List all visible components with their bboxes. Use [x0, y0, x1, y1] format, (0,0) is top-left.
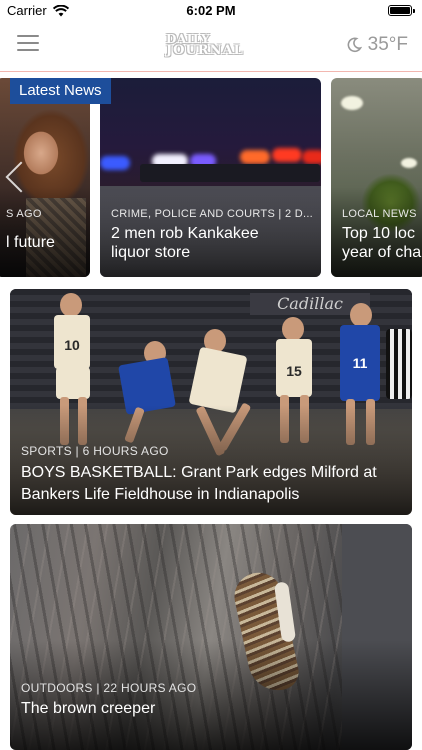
carousel-card[interactable]: CRIME, POLICE AND COURTS | 2 D... 2 men … — [100, 78, 321, 277]
carousel-card[interactable]: LOCAL NEWS Top 10 loc year of cha — [331, 78, 422, 277]
feed-card[interactable]: OUTDOORS | 22 HOURS AGO The brown creepe… — [10, 524, 412, 750]
latest-news-carousel[interactable]: S AGO l future CRIME, POLICE AND COURTS … — [0, 75, 422, 279]
card-title: The brown creeper — [21, 700, 156, 717]
card-meta: CRIME, POLICE AND COURTS | 2 D... — [111, 208, 314, 220]
status-bar: Carrier 6:02 PM — [0, 0, 422, 22]
card-title: BOYS BASKETBALL: Grant Park edges Milfor… — [21, 464, 377, 503]
menu-icon[interactable] — [17, 35, 39, 51]
weather-widget[interactable]: 35°F — [346, 34, 408, 56]
card-title-line: 2 men rob Kankakee — [111, 225, 259, 242]
card-meta: LOCAL NEWS — [342, 208, 417, 220]
card-meta: S AGO — [6, 208, 42, 220]
latest-news-badge[interactable]: Latest News — [10, 78, 111, 104]
carousel-card[interactable]: S AGO l future — [0, 78, 90, 277]
referee — [386, 329, 412, 399]
card-meta: SPORTS | 6 HOURS AGO — [21, 444, 169, 458]
card-title-line: liquor store — [111, 244, 191, 261]
nav-bar: DAILY JOURNAL 35°F — [0, 22, 422, 72]
app-logo[interactable]: DAILY JOURNAL — [166, 33, 258, 61]
player: 15 — [276, 339, 312, 397]
status-time: 6:02 PM — [186, 3, 236, 18]
temperature-label: 35°F — [367, 34, 408, 55]
player: 11 — [340, 325, 380, 401]
moon-icon — [347, 37, 362, 53]
battery-icon — [388, 5, 415, 16]
card-meta: OUTDOORS | 22 HOURS AGO — [21, 681, 197, 695]
card-title: l future — [6, 234, 55, 251]
feed-card[interactable]: Cadillac 10 15 11 SPORTS | 6 HOURS AGO B… — [10, 289, 412, 515]
card-title: Top 10 loc year of cha — [342, 224, 421, 262]
logo-line2: JOURNAL — [166, 43, 244, 58]
card-title: 2 men rob Kankakee liquor store — [111, 224, 259, 262]
card-title-line: year of cha — [342, 244, 422, 261]
player: 10 — [54, 315, 90, 369]
card-title-line: Top 10 loc — [342, 225, 415, 242]
